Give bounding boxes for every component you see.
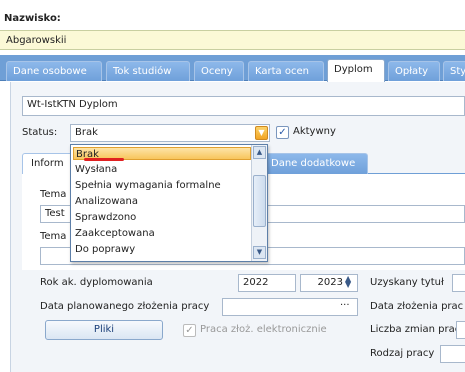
status-label: Status: <box>22 127 58 138</box>
planned-date-field[interactable] <box>222 298 358 316</box>
tab-oplaty[interactable]: Opłaty <box>388 61 440 81</box>
surname-label: Nazwisko: <box>4 13 61 24</box>
year-label: Rok ak. dyplomowania <box>40 277 153 288</box>
tab-dyplom[interactable]: Dyplom <box>327 59 385 82</box>
year-from-field[interactable]: 2022 <box>238 274 296 292</box>
status-option[interactable]: Do poprawy <box>73 243 251 256</box>
tab-dane-dodatkowe[interactable]: Dane dodatkowe <box>262 153 368 174</box>
changes-label: Liczba zmian pracy <box>370 324 465 335</box>
chevron-down-icon[interactable]: ▼ <box>255 126 268 140</box>
title-obtained-label: Uzyskany tytuł <box>370 277 444 288</box>
surname-field[interactable]: Abgarowskii <box>0 30 465 50</box>
ellipsis-icon[interactable]: ··· <box>340 299 350 313</box>
status-option[interactable]: Zaakceptowana <box>73 227 251 240</box>
tab-tok-studiow[interactable]: Tok studiów <box>106 61 190 81</box>
status-option[interactable]: Analizowana <box>73 195 251 208</box>
status-option[interactable]: Sprawdzono <box>73 211 251 224</box>
diploma-title-field[interactable]: Wt-IstKTN Dyplom <box>22 96 465 116</box>
scroll-up-icon[interactable]: ▲ <box>253 146 266 159</box>
year-spinner-icon[interactable]: ▲ ▼ <box>345 275 351 289</box>
topic-label: Tema <box>40 189 67 200</box>
planned-date-label: Data planowanego złożenia pracy <box>40 301 210 312</box>
aktywny-checkbox[interactable]: ✓ <box>276 126 289 139</box>
work-type-field[interactable] <box>440 345 465 363</box>
main-tabstrip: Dane osobowe Tok studiów Oceny Karta oce… <box>0 55 465 82</box>
submit-date-label: Data złożenia prac <box>370 301 464 312</box>
changes-field[interactable] <box>456 321 465 339</box>
scroll-thumb[interactable] <box>253 175 266 227</box>
status-dropdown-list[interactable]: Brak Wysłana Spełnia wymagania formalne … <box>70 144 268 262</box>
status-option[interactable]: Spełnia wymagania formalne <box>73 179 251 192</box>
status-option[interactable]: Wysłana <box>73 163 251 176</box>
title-obtained-field[interactable] <box>452 274 465 292</box>
tab-stypendia[interactable]: Sty <box>443 61 465 81</box>
status-value: Brak <box>75 127 98 138</box>
pliki-button[interactable]: Pliki <box>45 320 163 340</box>
topic-en-label: Tema <box>40 231 67 242</box>
electronic-label: Praca złoż. elektronicznie <box>200 324 327 335</box>
tab-dane-osobowe[interactable]: Dane osobowe <box>6 61 102 81</box>
aktywny-label: Aktywny <box>293 126 336 137</box>
red-underline-annotation <box>84 158 124 161</box>
tab-karta-ocen[interactable]: Karta ocen <box>248 61 324 81</box>
work-type-label: Rodzaj pracy <box>370 348 435 359</box>
scroll-down-icon[interactable]: ▼ <box>253 246 266 259</box>
dropdown-scrollbar[interactable]: ▲ ▼ <box>251 145 267 261</box>
electronic-checkbox[interactable]: ✓ <box>183 324 196 337</box>
tab-oceny[interactable]: Oceny <box>194 61 244 81</box>
status-combo[interactable]: Brak ▼ <box>70 124 270 142</box>
